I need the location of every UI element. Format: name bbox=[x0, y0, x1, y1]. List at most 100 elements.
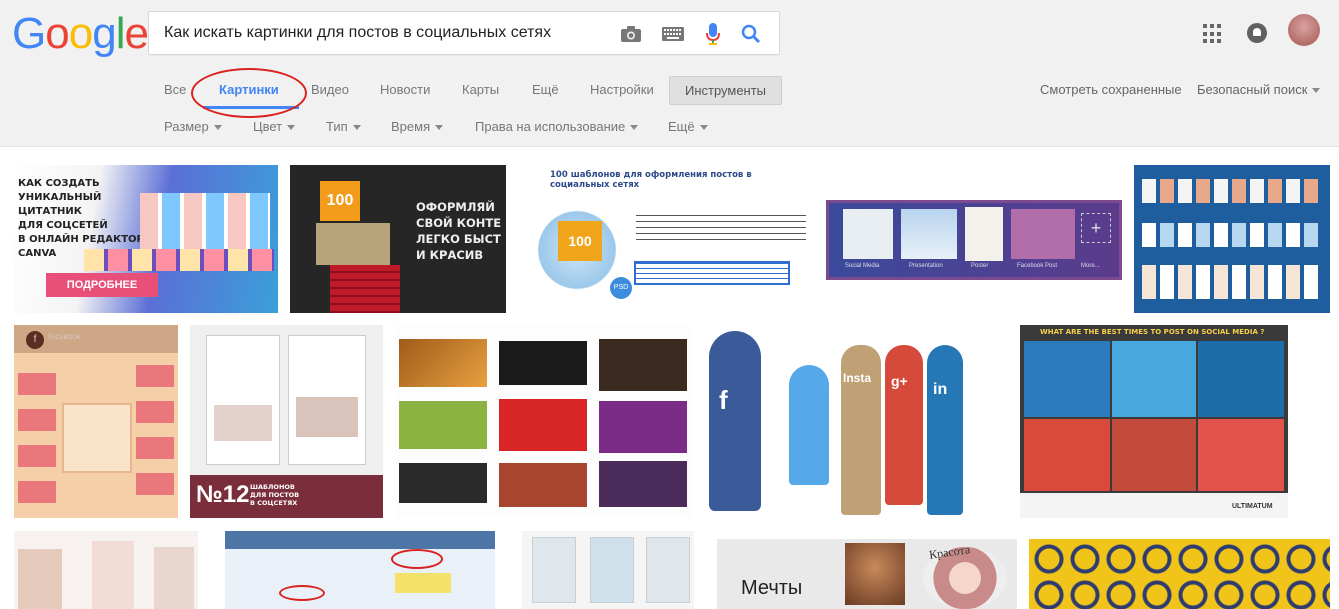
template-thumbnail bbox=[399, 401, 487, 449]
result-title: №12 bbox=[196, 481, 250, 508]
filter-label: Время bbox=[391, 119, 431, 134]
filter-type[interactable]: Тип bbox=[326, 119, 361, 134]
annotation-circle bbox=[391, 549, 443, 569]
logo-letter: G bbox=[12, 9, 46, 58]
info-blocks bbox=[18, 373, 56, 503]
filter-label: Ещё bbox=[668, 119, 695, 134]
image-result-1[interactable]: КАК СОЗДАТЬ УНИКАЛЬНЫЙ ЦИТАТНИК ДЛЯ СОЦС… bbox=[14, 165, 278, 313]
chevron-down-icon bbox=[287, 125, 296, 131]
template-thumbnail bbox=[399, 339, 487, 387]
header-band bbox=[14, 325, 178, 353]
chevron-down-icon bbox=[630, 125, 639, 131]
template-label: Social Media bbox=[845, 263, 880, 269]
thumbnail-row bbox=[1142, 223, 1322, 247]
template-thumbnail bbox=[599, 401, 687, 453]
template-thumbnail bbox=[965, 207, 1003, 261]
silhouette-twitter bbox=[789, 365, 829, 485]
image-result-4[interactable]: + Social Media Presentation Poster Faceb… bbox=[826, 200, 1122, 280]
google-plus-panel bbox=[1198, 419, 1284, 491]
silhouette-facebook bbox=[709, 331, 761, 511]
template-label: Presentation bbox=[909, 263, 943, 269]
template-thumbnail bbox=[499, 399, 587, 451]
chevron-down-icon bbox=[1312, 88, 1321, 94]
photo-preview bbox=[154, 547, 194, 609]
template-label: Poster bbox=[971, 263, 989, 269]
apps-grid-icon[interactable] bbox=[1203, 24, 1223, 44]
image-result-5[interactable] bbox=[1134, 165, 1330, 313]
tab-more[interactable]: Ещё bbox=[532, 82, 559, 97]
image-results-grid: КАК СОЗДАТЬ УНИКАЛЬНЫЙ ЦИТАТНИК ДЛЯ СОЦС… bbox=[0, 148, 1339, 609]
chevron-down-icon bbox=[699, 125, 708, 131]
result-caption: WHAT ARE THE BEST TIMES TO POST ON SOCIA… bbox=[1040, 328, 1265, 336]
image-result-10[interactable]: WHAT ARE THE BEST TIMES TO POST ON SOCIA… bbox=[1020, 325, 1288, 518]
template-thumbnail bbox=[646, 537, 690, 603]
notifications-bell-icon[interactable] bbox=[1247, 23, 1267, 43]
template-thumbnails bbox=[84, 249, 274, 271]
template-label: Facebook Post bbox=[1017, 263, 1058, 269]
tools-button[interactable]: Инструменты bbox=[669, 76, 782, 105]
keyboard-icon[interactable] bbox=[661, 22, 685, 46]
tab-maps[interactable]: Карты bbox=[462, 82, 499, 97]
safe-search-link[interactable]: Безопасный поиск bbox=[1197, 82, 1321, 97]
tab-all[interactable]: Все bbox=[164, 82, 186, 97]
result-caption: ШАБЛОНОВ ДЛЯ ПОСТОВ В СОЦСЕТЯХ bbox=[250, 483, 300, 507]
saved-images-link[interactable]: Смотреть сохраненные bbox=[1040, 82, 1182, 97]
chevron-down-icon bbox=[435, 125, 444, 131]
safe-search-label: Безопасный поиск bbox=[1197, 82, 1308, 97]
filter-color[interactable]: Цвет bbox=[253, 119, 296, 134]
silhouette-google-plus bbox=[885, 345, 923, 505]
template-label: More... bbox=[1081, 263, 1100, 269]
filter-label: Размер bbox=[164, 119, 209, 134]
hundred-badge: 100 bbox=[320, 181, 360, 221]
image-result-15[interactable] bbox=[1029, 539, 1330, 609]
image-result-8[interactable] bbox=[395, 325, 691, 518]
chevron-down-icon bbox=[213, 125, 222, 131]
filter-usage-rights[interactable]: Права на использование bbox=[475, 119, 639, 134]
tab-news[interactable]: Новости bbox=[380, 82, 430, 97]
phone-mockup bbox=[206, 335, 280, 465]
annotation-circle bbox=[279, 585, 325, 601]
search-icon[interactable] bbox=[739, 22, 763, 46]
filter-label: Тип bbox=[326, 119, 348, 134]
template-thumbnail bbox=[1011, 209, 1075, 259]
search-query: Как искать картинки для постов в социаль… bbox=[164, 24, 552, 41]
more-details-button: ПОДРОБНЕЕ bbox=[46, 273, 158, 297]
chevron-down-icon bbox=[352, 125, 361, 131]
image-result-7[interactable]: №12 ШАБЛОНОВ ДЛЯ ПОСТОВ В СОЦСЕТЯХ bbox=[190, 325, 383, 518]
photo-preview bbox=[296, 397, 358, 437]
template-thumbnail bbox=[901, 209, 957, 259]
image-result-9[interactable]: f Insta g+ in bbox=[703, 325, 966, 518]
thumbnail-row bbox=[1142, 265, 1322, 299]
template-thumbnail bbox=[399, 463, 487, 503]
filter-more[interactable]: Ещё bbox=[668, 119, 708, 134]
header-band bbox=[225, 531, 495, 549]
brand-label: ULTIMATUM bbox=[1232, 503, 1273, 510]
photo-preview bbox=[18, 549, 62, 609]
template-thumbnails bbox=[140, 193, 270, 253]
filter-size[interactable]: Размер bbox=[164, 119, 222, 134]
image-result-12[interactable] bbox=[225, 531, 495, 609]
tab-video[interactable]: Видео bbox=[311, 82, 349, 97]
template-thumbnail bbox=[499, 463, 587, 507]
logo-letter: o bbox=[68, 9, 94, 58]
camera-icon[interactable] bbox=[619, 22, 643, 46]
image-result-14[interactable]: Мечты Красота bbox=[717, 539, 1017, 609]
image-result-13[interactable] bbox=[522, 531, 694, 609]
google-logo[interactable]: Google bbox=[12, 9, 149, 58]
microphone-icon[interactable] bbox=[701, 22, 725, 46]
photo-frame bbox=[316, 223, 390, 265]
twitter-panel bbox=[1112, 341, 1196, 417]
image-result-6[interactable]: f FACEBOOK bbox=[14, 325, 178, 518]
logo-letter: g bbox=[92, 9, 117, 58]
add-icon: + bbox=[1081, 213, 1111, 243]
avatar[interactable] bbox=[1288, 14, 1320, 46]
filter-time[interactable]: Время bbox=[391, 119, 444, 134]
info-blocks bbox=[136, 365, 174, 495]
search-input[interactable]: Как искать картинки для постов в социаль… bbox=[148, 11, 780, 55]
thumbnail-row bbox=[1142, 179, 1322, 203]
image-result-11[interactable] bbox=[14, 531, 198, 609]
tab-settings[interactable]: Настройки bbox=[590, 82, 654, 97]
image-result-2[interactable]: 100 ОФОРМЛЯЙ СВОЙ КОНТЕ ЛЕГКО БЫСТ И КРА… bbox=[290, 165, 506, 313]
template-thumbnail bbox=[599, 339, 687, 391]
image-result-3[interactable]: 100 шаблонов для оформления постов в соц… bbox=[518, 165, 814, 308]
